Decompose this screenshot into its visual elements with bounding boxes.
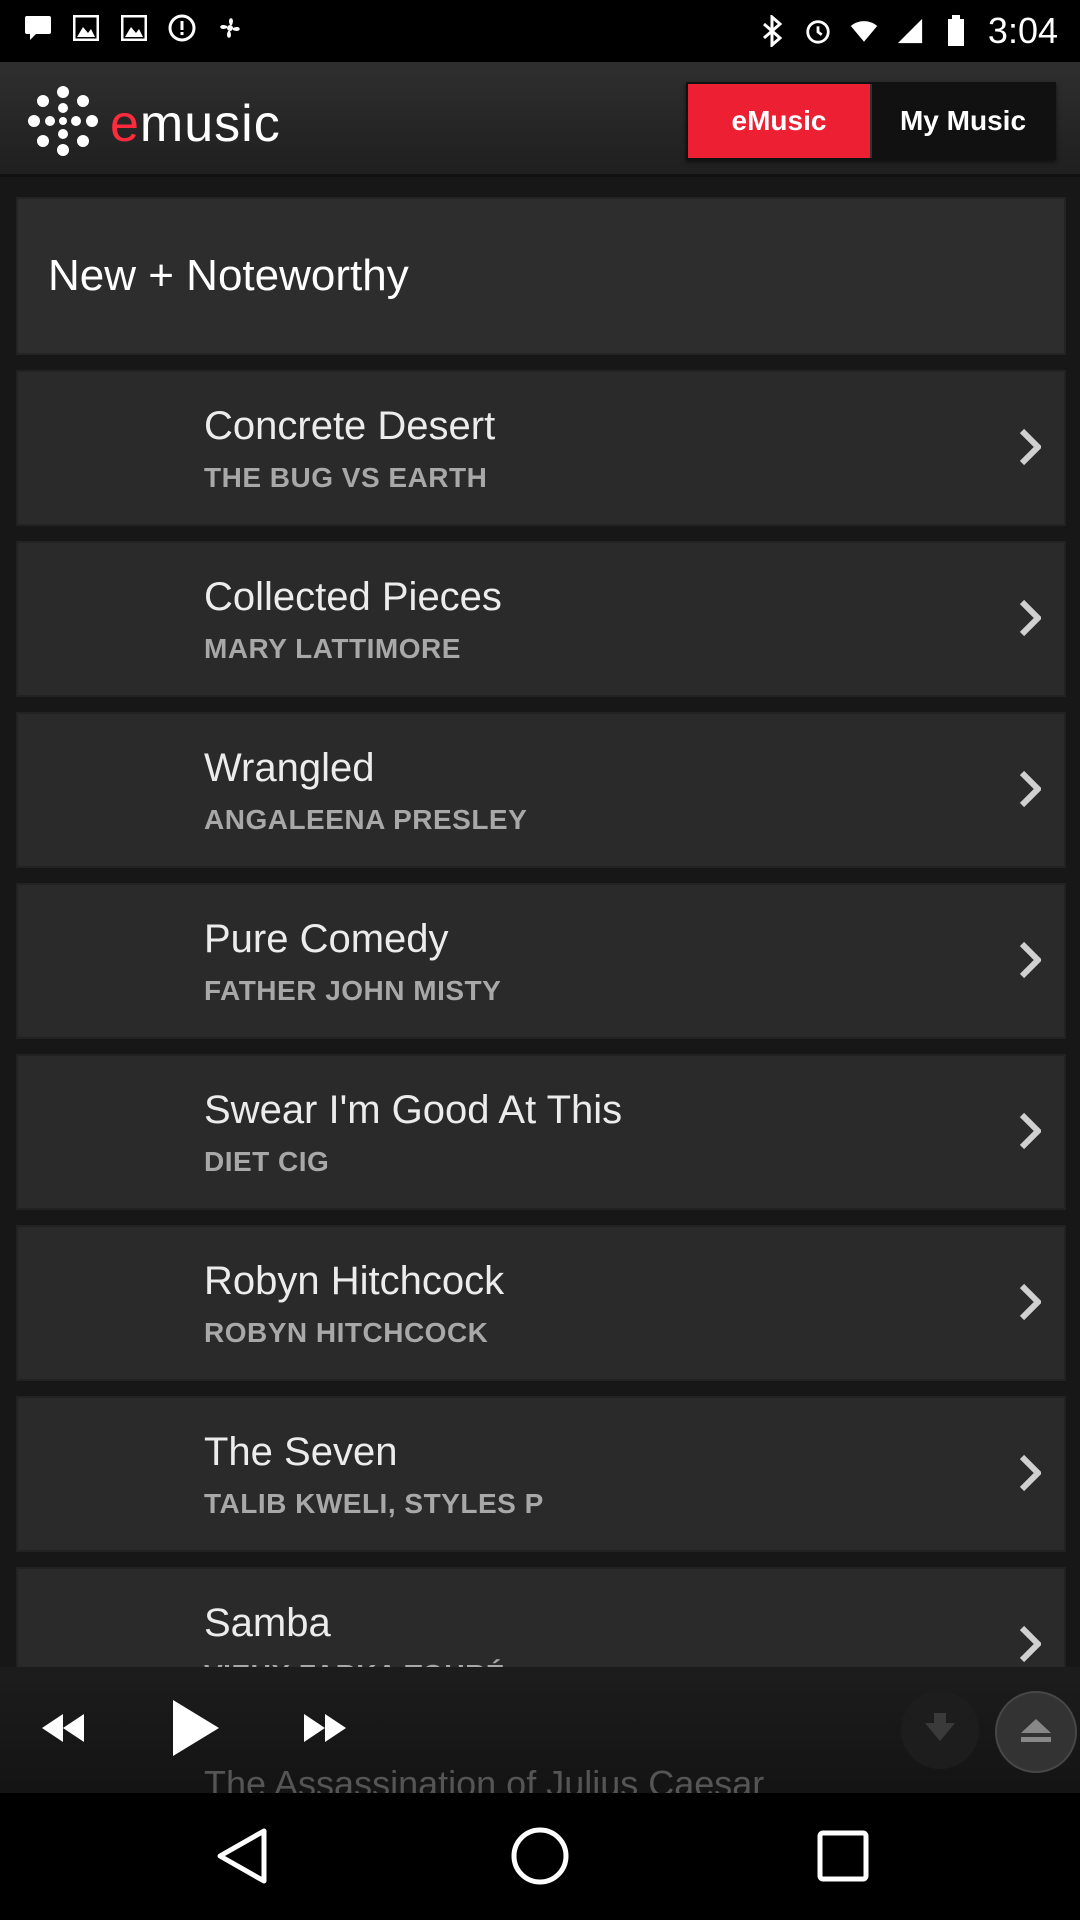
album-artist: ANGALEENA PRESLEY bbox=[204, 804, 528, 835]
chevron-right-icon bbox=[1012, 1106, 1048, 1156]
emusic-logo[interactable]: emusic bbox=[26, 84, 281, 163]
chevron-right-icon bbox=[1012, 764, 1048, 814]
fast-forward-button[interactable] bbox=[280, 1687, 370, 1773]
list-item[interactable]: Collected Pieces MARY LATTIMORE bbox=[16, 541, 1066, 697]
message-icon bbox=[24, 14, 52, 42]
logo-wordmark: emusic bbox=[110, 94, 281, 153]
list-item[interactable]: Wrangled ANGALEENA PRESLEY bbox=[16, 712, 1066, 868]
album-artist: THE BUG VS EARTH bbox=[204, 462, 488, 493]
album-title: Pure Comedy bbox=[204, 917, 449, 961]
status-time: 3:04 bbox=[987, 10, 1058, 51]
list-item[interactable]: The Seven TALIB KWELI, STYLES P bbox=[16, 1396, 1066, 1552]
list-item[interactable]: Robyn Hitchcock ROBYN HITCHCOCK bbox=[16, 1225, 1066, 1381]
alarm-icon bbox=[804, 17, 832, 45]
back-button[interactable] bbox=[207, 1823, 277, 1893]
download-button[interactable] bbox=[901, 1691, 979, 1769]
play-icon bbox=[167, 1697, 223, 1764]
tab-emusic[interactable]: eMusic bbox=[688, 84, 870, 158]
wifi-icon bbox=[850, 17, 878, 45]
chevron-right-icon bbox=[1012, 1448, 1048, 1498]
list-item[interactable]: Pure Comedy FATHER JOHN MISTY bbox=[16, 883, 1066, 1039]
player-bar: The Assassination of Julius Caesar bbox=[0, 1667, 1080, 1804]
section-title: New + Noteworthy bbox=[48, 251, 409, 300]
notification-icons bbox=[24, 14, 244, 42]
album-artist: TALIB KWELI, STYLES P bbox=[204, 1488, 544, 1519]
tab-my-music[interactable]: My Music bbox=[870, 84, 1054, 158]
eject-icon bbox=[1018, 1715, 1054, 1750]
chevron-right-icon bbox=[1012, 422, 1048, 472]
album-title: Wrangled bbox=[204, 746, 375, 790]
list-item[interactable]: Samba VIEUX FARKA TOURÉ bbox=[16, 1567, 1066, 1667]
chevron-right-icon bbox=[1012, 935, 1048, 985]
app-bar: emusic eMusic My Music bbox=[0, 62, 1080, 177]
play-button[interactable] bbox=[150, 1687, 240, 1773]
album-artist: ROBYN HITCHCOCK bbox=[204, 1317, 489, 1348]
home-icon bbox=[510, 1826, 570, 1891]
image-icon bbox=[120, 14, 148, 42]
navigation-bar bbox=[0, 1793, 1080, 1920]
album-list[interactable]: New + Noteworthy Concrete Desert THE BUG… bbox=[0, 177, 1080, 1667]
album-artist: VIEUX FARKA TOURÉ bbox=[204, 1659, 505, 1667]
download-icon bbox=[923, 1712, 957, 1748]
section-header: New + Noteworthy bbox=[16, 197, 1066, 355]
logo-dots-icon bbox=[26, 84, 100, 163]
list-item[interactable]: Concrete Desert THE BUG VS EARTH bbox=[16, 370, 1066, 526]
eject-button[interactable] bbox=[995, 1691, 1077, 1773]
chevron-right-icon bbox=[1012, 1619, 1048, 1667]
album-artist: MARY LATTIMORE bbox=[204, 633, 461, 664]
album-artist: FATHER JOHN MISTY bbox=[204, 975, 502, 1006]
fan-icon bbox=[216, 14, 244, 42]
album-title: Swear I'm Good At This bbox=[204, 1088, 623, 1132]
recents-icon bbox=[817, 1830, 869, 1887]
signal-icon bbox=[896, 17, 924, 45]
system-icons: 3:04 bbox=[758, 10, 1058, 52]
album-title: The Seven bbox=[204, 1430, 398, 1474]
recents-button[interactable] bbox=[808, 1823, 878, 1893]
rewind-icon bbox=[36, 1711, 90, 1750]
battery-icon bbox=[942, 15, 970, 46]
chevron-right-icon bbox=[1012, 593, 1048, 643]
home-button[interactable] bbox=[505, 1823, 575, 1893]
image-icon bbox=[72, 14, 100, 42]
album-title: Robyn Hitchcock bbox=[204, 1259, 505, 1303]
bluetooth-icon bbox=[758, 15, 786, 47]
status-bar: 3:04 bbox=[0, 0, 1080, 62]
back-icon bbox=[216, 1827, 268, 1890]
rewind-button[interactable] bbox=[18, 1687, 108, 1773]
fast-forward-icon bbox=[298, 1711, 352, 1750]
alert-icon bbox=[168, 14, 196, 42]
store-toggle: eMusic My Music bbox=[686, 82, 1056, 160]
album-title: Collected Pieces bbox=[204, 575, 502, 619]
album-artist: DIET CIG bbox=[204, 1146, 330, 1177]
chevron-right-icon bbox=[1012, 1277, 1048, 1327]
album-title: Concrete Desert bbox=[204, 404, 496, 448]
album-title: Samba bbox=[204, 1601, 331, 1645]
list-item[interactable]: Swear I'm Good At This DIET CIG bbox=[16, 1054, 1066, 1210]
